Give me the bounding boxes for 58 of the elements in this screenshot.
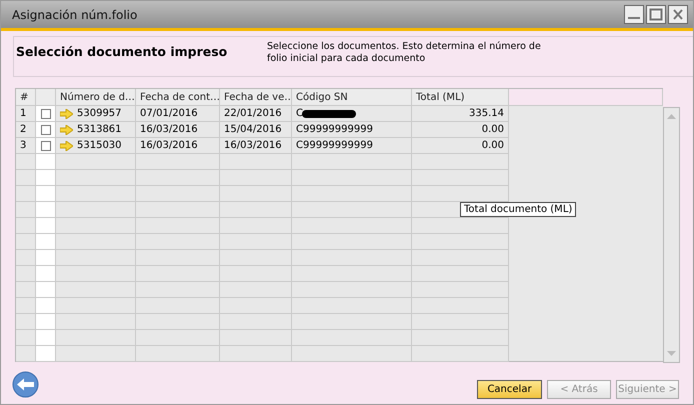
table-cell: 16/03/2016 bbox=[220, 138, 292, 154]
section-title: Selección documento impreso bbox=[15, 43, 228, 61]
table-cell bbox=[220, 346, 292, 362]
maximize-icon[interactable] bbox=[646, 5, 666, 24]
table-cell bbox=[36, 266, 56, 282]
table-cell bbox=[220, 266, 292, 282]
table-cell: 07/01/2016 bbox=[136, 106, 220, 122]
table-cell bbox=[220, 154, 292, 170]
table-cell: 5313861 bbox=[77, 124, 122, 135]
table-cell bbox=[220, 170, 292, 186]
table-cell bbox=[36, 346, 56, 362]
table-cell bbox=[36, 298, 56, 314]
table-cell bbox=[36, 234, 56, 250]
minimize-icon[interactable] bbox=[624, 5, 644, 24]
table-cell bbox=[36, 186, 56, 202]
table-cell: 335.14 bbox=[412, 106, 509, 122]
wizard-button[interactable]: Cancelar bbox=[477, 380, 542, 399]
column-header[interactable]: Fecha de ve… bbox=[220, 89, 292, 106]
checkbox[interactable] bbox=[40, 124, 50, 134]
column-header[interactable]: Código SN bbox=[292, 89, 412, 106]
table-cell bbox=[36, 250, 56, 266]
table-cell bbox=[220, 186, 292, 202]
table-cell: C99999999999 bbox=[296, 124, 373, 135]
table-cell: C99999999999 bbox=[296, 140, 373, 151]
table-cell bbox=[36, 202, 56, 218]
table-cell bbox=[220, 234, 292, 250]
table-cell bbox=[36, 314, 56, 330]
column-header[interactable]: Fecha de cont… bbox=[136, 89, 220, 106]
redaction-mark bbox=[302, 110, 356, 118]
table-cell bbox=[220, 282, 292, 298]
column-header[interactable]: Total (ML) bbox=[412, 89, 509, 106]
checkbox[interactable] bbox=[40, 108, 50, 118]
table-cell: 5309957 bbox=[77, 108, 122, 119]
description-text: Seleccione los documentos. Esto determina el número de folio inicial para cada documento bbox=[267, 41, 542, 66]
table-cell: 16/03/2016 bbox=[136, 138, 220, 154]
window-title: Asignación núm.folio bbox=[12, 8, 138, 22]
table-cell bbox=[220, 202, 292, 218]
table-cell: 0.00 bbox=[412, 138, 509, 154]
table-cell bbox=[220, 298, 292, 314]
table-cell: 16/03/2016 bbox=[136, 122, 220, 138]
close-icon[interactable] bbox=[668, 5, 688, 24]
table-cell: 0.00 bbox=[412, 122, 509, 138]
table-cell bbox=[220, 330, 292, 346]
tooltip: Total documento (ML) bbox=[460, 202, 576, 217]
table-cell: 15/04/2016 bbox=[220, 122, 292, 138]
table-cell: 22/01/2016 bbox=[220, 106, 292, 122]
table-cell bbox=[36, 170, 56, 186]
table-cell bbox=[220, 218, 292, 234]
table-cell bbox=[220, 314, 292, 330]
column-header[interactable]: Número de d… bbox=[56, 89, 136, 106]
table-cell: 5315030 bbox=[77, 140, 122, 151]
table-cell bbox=[36, 330, 56, 346]
table-cell bbox=[220, 250, 292, 266]
checkbox[interactable] bbox=[40, 140, 50, 150]
table-cell bbox=[36, 218, 56, 234]
table-cell bbox=[36, 282, 56, 298]
table-cell: C bbox=[296, 108, 303, 119]
column-header[interactable]: # bbox=[16, 89, 36, 106]
